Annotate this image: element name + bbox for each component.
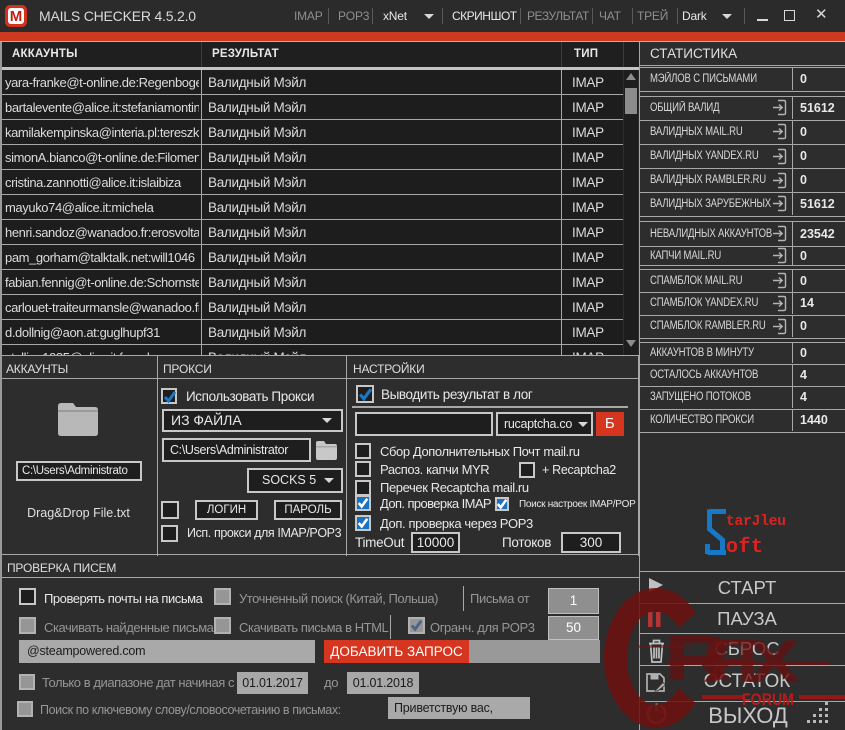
svg-text:tarJleu: tarJleu	[726, 514, 786, 530]
svg-text:oft: oft	[726, 536, 763, 556]
